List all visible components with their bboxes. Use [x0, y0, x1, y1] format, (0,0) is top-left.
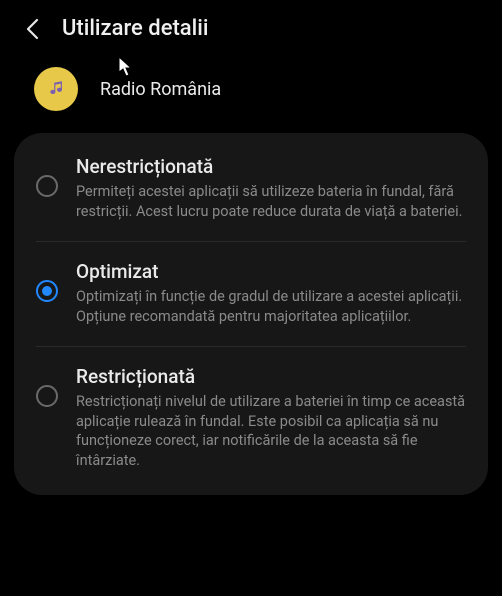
option-desc: Restricționați nivelul de utilizare a ba…	[76, 392, 466, 470]
radio-unrestricted[interactable]	[36, 175, 58, 197]
option-title: Nerestricționată	[76, 155, 466, 178]
back-button[interactable]	[20, 17, 44, 41]
app-header-row: Radio România	[0, 49, 502, 133]
app-name: Radio România	[100, 79, 221, 100]
option-desc: Optimizați în funcție de gradul de utili…	[76, 287, 466, 326]
radio-optimized[interactable]	[36, 280, 58, 302]
option-desc: Permiteți acestei aplicații să utilizeze…	[76, 182, 466, 221]
app-icon	[34, 67, 78, 111]
page-title: Utilizare detalii	[62, 16, 208, 41]
option-optimized[interactable]: Optimizat Optimizați în funcție de gradu…	[14, 242, 488, 346]
option-title: Restricționată	[76, 365, 466, 388]
music-note-icon	[45, 78, 67, 100]
options-card: Nerestricționată Permiteți acestei aplic…	[14, 133, 488, 495]
option-unrestricted[interactable]: Nerestricționată Permiteți acestei aplic…	[14, 137, 488, 241]
chevron-left-icon	[25, 18, 39, 40]
radio-restricted[interactable]	[36, 385, 58, 407]
option-title: Optimizat	[76, 260, 466, 283]
option-restricted[interactable]: Restricționată Restricționați nivelul de…	[14, 347, 488, 490]
